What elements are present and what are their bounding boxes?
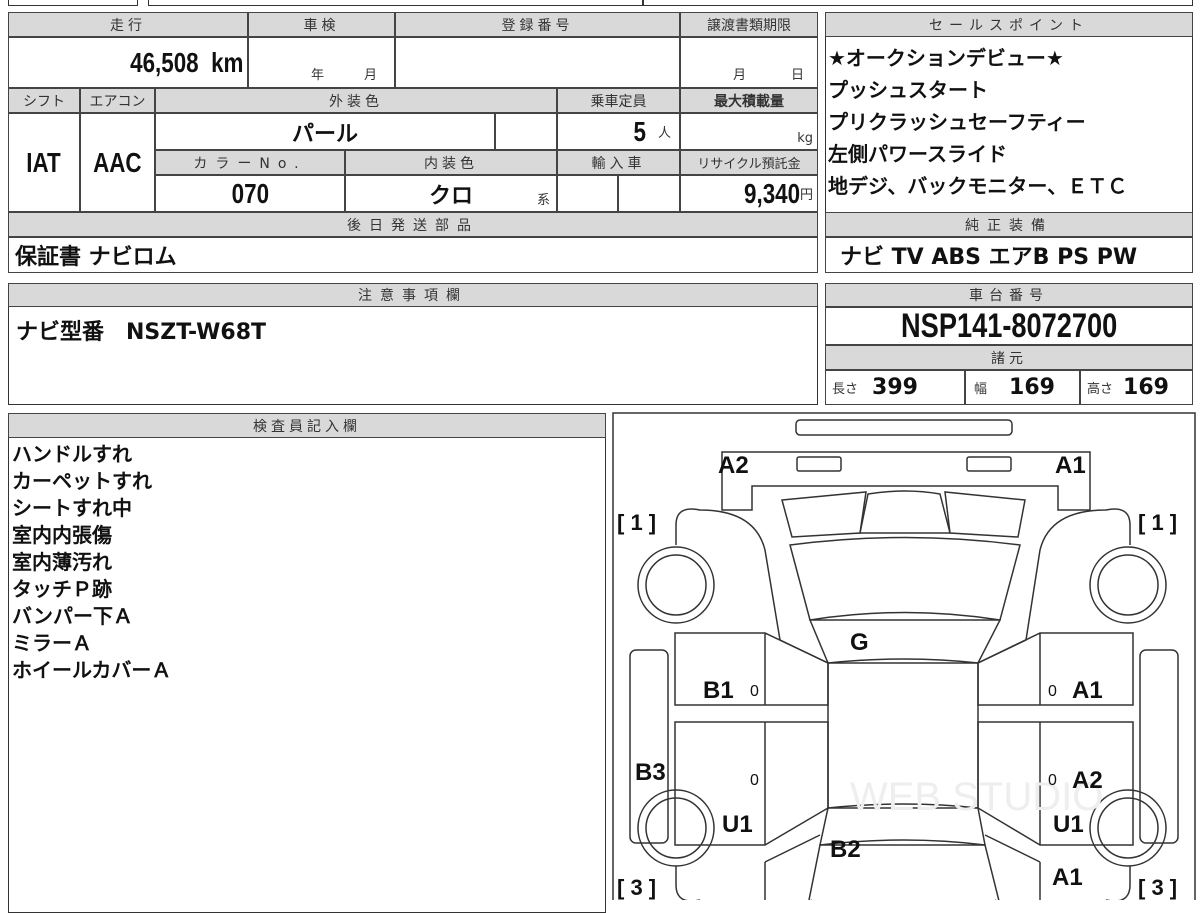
mark-right-front-door: A1 <box>1072 677 1103 704</box>
mark-wheel-rl: [ 3 ] <box>617 875 656 900</box>
mark-wheel-fl: [ 1 ] <box>617 510 656 535</box>
left-rear-corner <box>675 866 700 900</box>
door-handle-icon: 0 <box>750 772 759 789</box>
mark-front-right: A1 <box>1055 452 1086 479</box>
mark-left-front-door: B1 <box>703 677 734 704</box>
hood <box>789 536 1021 621</box>
mark-wheel-rr: [ 3 ] <box>1138 875 1177 900</box>
left-rear-quarter <box>764 834 821 900</box>
right-rear-corner <box>1106 866 1131 900</box>
mark-left-rear: U1 <box>722 811 753 838</box>
right-rocker <box>1139 649 1179 844</box>
door-handle-icon: 0 <box>1048 772 1057 789</box>
door-handle-icon: 0 <box>1048 683 1057 700</box>
door-handle-icon: 0 <box>750 683 759 700</box>
wheel-rear-left <box>645 797 707 859</box>
headlight-left <box>781 491 867 538</box>
wheel-front-right <box>1097 554 1159 616</box>
right-front-fender <box>977 508 1131 664</box>
mark-wheel-fr: [ 1 ] <box>1138 510 1177 535</box>
mark-right-rear-quarter: A1 <box>1052 864 1083 891</box>
wheel-front-left <box>645 554 707 616</box>
grille <box>859 490 951 534</box>
fog-light-right <box>966 456 1012 472</box>
mark-hood: G <box>850 629 869 656</box>
wheel-rear-right <box>1097 797 1159 859</box>
mark-right-rear: U1 <box>1053 811 1084 838</box>
roof-spoiler <box>795 419 1013 436</box>
mark-front-left: A2 <box>718 452 749 479</box>
left-front-fender <box>675 508 829 664</box>
mark-left-rail: B3 <box>635 759 666 786</box>
mark-trunk: B2 <box>830 836 861 863</box>
headlight-right <box>944 491 1026 538</box>
front-bumper <box>721 451 1091 511</box>
fog-light-left <box>796 456 842 472</box>
mark-right-rear-door: A2 <box>1072 767 1103 794</box>
car-damage-diagram: WEB STUDIO A2 A1 G B1 A1 B3 A2 U1 U1 B2 … <box>612 412 1196 900</box>
right-rear-quarter <box>984 834 1041 900</box>
